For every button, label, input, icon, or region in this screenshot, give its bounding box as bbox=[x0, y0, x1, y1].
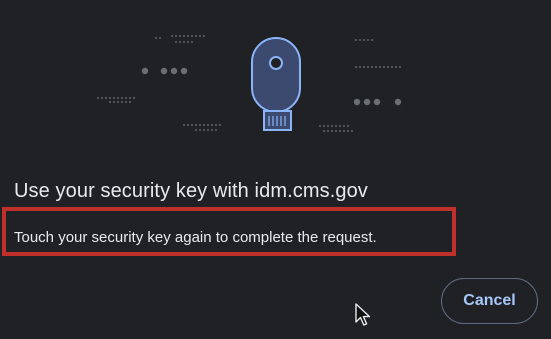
decorative-dots bbox=[96, 34, 402, 133]
dialog-title: Use your security key with idm.cms.gov bbox=[14, 180, 368, 202]
usb-security-key-icon bbox=[251, 37, 301, 131]
dialog-message: Touch your security key again to complet… bbox=[14, 229, 377, 246]
cancel-button[interactable]: Cancel bbox=[441, 278, 538, 324]
security-key-dialog: Use your security key with idm.cms.gov T… bbox=[0, 0, 551, 339]
mouse-pointer-icon bbox=[355, 303, 371, 326]
security-key-illustration bbox=[96, 34, 402, 133]
